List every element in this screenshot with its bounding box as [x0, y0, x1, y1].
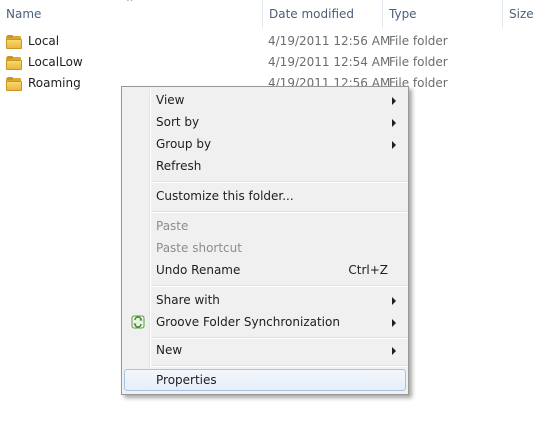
submenu-arrow-icon: [392, 141, 396, 149]
menu-item-group-by[interactable]: Group by: [124, 133, 406, 155]
menu-item-label: Paste: [156, 219, 189, 233]
file-name: Local: [28, 34, 60, 48]
menu-item-label: View: [156, 93, 185, 107]
menu-item-label: Sort by: [156, 115, 200, 129]
menu-item-label: Paste shortcut: [156, 241, 242, 255]
submenu-arrow-icon: [392, 119, 396, 127]
folder-icon: [6, 76, 22, 91]
menu-item-label: Groove Folder Synchronization: [156, 315, 340, 329]
file-row-local[interactable]: Local 4/19/2011 12:56 AM File folder: [0, 31, 550, 52]
column-date-modified-label: Date modified: [269, 7, 355, 21]
menu-item-refresh[interactable]: Refresh: [124, 155, 406, 177]
submenu-arrow-icon: [392, 97, 396, 105]
column-name[interactable]: Name ^: [0, 0, 263, 28]
folder-icon: [6, 55, 22, 70]
menu-item-label: Share with: [156, 293, 220, 307]
file-date-modified: 4/19/2011 12:54 AM: [268, 55, 391, 69]
menu-item-label: Group by: [156, 137, 212, 151]
column-type[interactable]: Type: [383, 0, 503, 28]
menu-separator: [152, 365, 407, 367]
menu-item-undo-rename[interactable]: Undo Rename Ctrl+Z: [124, 259, 406, 281]
column-date-modified[interactable]: Date modified: [263, 0, 383, 28]
menu-item-properties[interactable]: Properties: [124, 369, 406, 391]
menu-item-share-with[interactable]: Share with: [124, 289, 406, 311]
menu-item-groove-folder-sync[interactable]: Groove Folder Synchronization: [124, 311, 406, 333]
menu-item-paste-shortcut[interactable]: Paste shortcut: [124, 237, 406, 259]
menu-separator: [152, 285, 407, 287]
menu-item-label: New: [156, 343, 183, 357]
column-header: Name ^ Date modified Type Size: [0, 0, 550, 28]
menu-item-label: Refresh: [156, 159, 202, 173]
submenu-arrow-icon: [392, 297, 396, 305]
menu-item-label: Customize this folder...: [156, 189, 294, 203]
file-type: File folder: [389, 55, 448, 69]
file-name: Roaming: [28, 76, 81, 90]
menu-separator: [152, 181, 407, 183]
menu-item-label: Properties: [156, 373, 217, 387]
column-size-label: Size: [509, 7, 534, 21]
column-name-label: Name: [6, 7, 42, 21]
menu-item-customize-folder[interactable]: Customize this folder...: [124, 185, 406, 207]
sort-ascending-icon: ^: [126, 0, 134, 8]
menu-item-new[interactable]: New: [124, 339, 406, 361]
submenu-arrow-icon: [392, 347, 396, 355]
menu-item-sort-by[interactable]: Sort by: [124, 111, 406, 133]
folder-icon: [6, 34, 22, 49]
column-type-label: Type: [389, 7, 417, 21]
submenu-arrow-icon: [392, 319, 396, 327]
file-type: File folder: [389, 34, 448, 48]
menu-item-paste[interactable]: Paste: [124, 215, 406, 237]
menu-separator: [152, 211, 407, 213]
file-date-modified: 4/19/2011 12:56 AM: [268, 34, 391, 48]
file-row-locallow[interactable]: LocalLow 4/19/2011 12:54 AM File folder: [0, 52, 550, 73]
file-name: LocalLow: [28, 55, 83, 69]
menu-item-shortcut: Ctrl+Z: [348, 263, 388, 277]
column-size[interactable]: Size: [503, 0, 550, 28]
menu-item-view[interactable]: View: [124, 89, 406, 111]
context-menu: View Sort by Group by Refresh Customize …: [121, 86, 409, 395]
groove-sync-icon: [131, 315, 145, 329]
menu-item-label: Undo Rename: [156, 263, 241, 277]
file-list: Local 4/19/2011 12:56 AM File folder Loc…: [0, 31, 550, 94]
